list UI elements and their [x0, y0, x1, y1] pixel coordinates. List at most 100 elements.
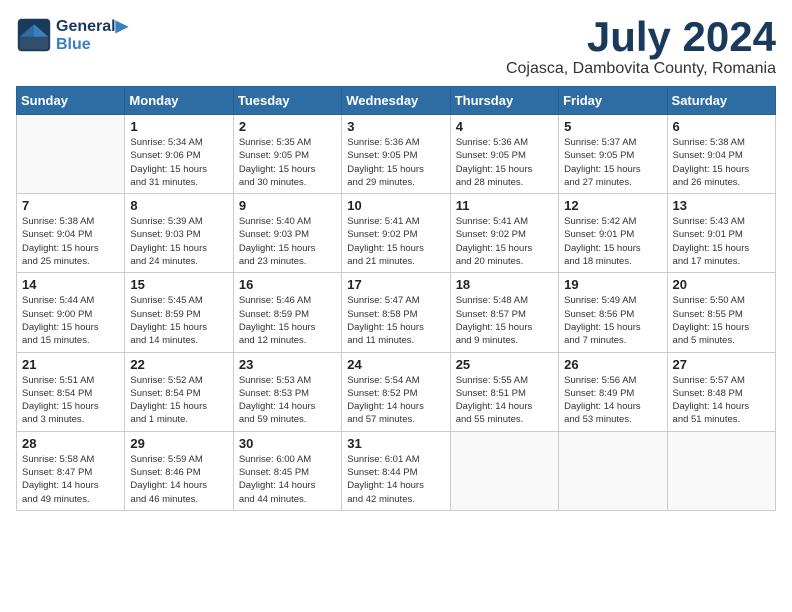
day-info: Sunrise: 5:34 AM Sunset: 9:06 PM Dayligh…	[130, 136, 227, 189]
calendar-day: 7 Sunrise: 5:38 AM Sunset: 9:04 PM Daylig…	[17, 194, 125, 273]
day-info: Sunrise: 5:41 AM Sunset: 9:02 PM Dayligh…	[456, 215, 553, 268]
logo-icon	[16, 17, 52, 53]
day-info: Sunrise: 5:48 AM Sunset: 8:57 PM Dayligh…	[456, 294, 553, 347]
day-info: Sunrise: 5:51 AM Sunset: 8:54 PM Dayligh…	[22, 374, 119, 427]
calendar-day: 10 Sunrise: 5:41 AM Sunset: 9:02 PM Dayli…	[342, 194, 450, 273]
day-info: Sunrise: 5:57 AM Sunset: 8:48 PM Dayligh…	[673, 374, 770, 427]
calendar-day: 5 Sunrise: 5:37 AM Sunset: 9:05 PM Daylig…	[559, 115, 667, 194]
calendar-day: 24Sunrise: 5:54 AM Sunset: 8:52 PM Dayli…	[342, 352, 450, 431]
calendar-week-5: 28 Sunrise: 5:58 AM Sunset: 8:47 PM Dayli…	[17, 431, 776, 510]
day-number: 10	[347, 198, 444, 213]
day-header-wednesday: Wednesday	[342, 87, 450, 115]
day-info: Sunrise: 5:36 AM Sunset: 9:05 PM Dayligh…	[456, 136, 553, 189]
day-info: Sunrise: 5:36 AM Sunset: 9:05 PM Dayligh…	[347, 136, 444, 189]
calendar-day: 28 Sunrise: 5:58 AM Sunset: 8:47 PM Dayli…	[17, 431, 125, 510]
calendar-day: 6 Sunrise: 5:38 AM Sunset: 9:04 PM Daylig…	[667, 115, 775, 194]
calendar-day: 20 Sunrise: 5:50 AM Sunset: 8:55 PM Dayli…	[667, 273, 775, 352]
day-number: 23	[239, 357, 336, 372]
day-info: Sunrise: 5:54 AM Sunset: 8:52 PM Dayligh…	[347, 374, 444, 427]
calendar-day: 1 Sunrise: 5:34 AM Sunset: 9:06 PM Daylig…	[125, 115, 233, 194]
day-info: Sunrise: 5:58 AM Sunset: 8:47 PM Dayligh…	[22, 453, 119, 506]
calendar-day: 29 Sunrise: 5:59 AM Sunset: 8:46 PM Dayli…	[125, 431, 233, 510]
day-number: 31	[347, 436, 444, 451]
day-info: Sunrise: 5:39 AM Sunset: 9:03 PM Dayligh…	[130, 215, 227, 268]
day-number: 14	[22, 277, 119, 292]
calendar-day: 26 Sunrise: 5:56 AM Sunset: 8:49 PM Dayli…	[559, 352, 667, 431]
calendar-day: 2 Sunrise: 5:35 AM Sunset: 9:05 PM Daylig…	[233, 115, 341, 194]
day-info: Sunrise: 5:55 AM Sunset: 8:51 PM Dayligh…	[456, 374, 553, 427]
day-info: Sunrise: 5:53 AM Sunset: 8:53 PM Dayligh…	[239, 374, 336, 427]
logo-text: General▶ Blue	[56, 16, 128, 54]
calendar-day	[559, 431, 667, 510]
day-info: Sunrise: 5:37 AM Sunset: 9:05 PM Dayligh…	[564, 136, 661, 189]
day-info: Sunrise: 5:49 AM Sunset: 8:56 PM Dayligh…	[564, 294, 661, 347]
calendar-day: 14 Sunrise: 5:44 AM Sunset: 9:00 PM Dayli…	[17, 273, 125, 352]
calendar-day: 18 Sunrise: 5:48 AM Sunset: 8:57 PM Dayli…	[450, 273, 558, 352]
calendar-day	[450, 431, 558, 510]
day-info: Sunrise: 5:38 AM Sunset: 9:04 PM Dayligh…	[673, 136, 770, 189]
calendar-week-3: 14 Sunrise: 5:44 AM Sunset: 9:00 PM Dayli…	[17, 273, 776, 352]
calendar-week-4: 21 Sunrise: 5:51 AM Sunset: 8:54 PM Dayli…	[17, 352, 776, 431]
day-info: Sunrise: 5:43 AM Sunset: 9:01 PM Dayligh…	[673, 215, 770, 268]
day-number: 26	[564, 357, 661, 372]
calendar-day: 31 Sunrise: 6:01 AM Sunset: 8:44 PM Dayli…	[342, 431, 450, 510]
day-number: 12	[564, 198, 661, 213]
logo: General▶ Blue	[16, 16, 128, 54]
day-info: Sunrise: 5:35 AM Sunset: 9:05 PM Dayligh…	[239, 136, 336, 189]
day-header-tuesday: Tuesday	[233, 87, 341, 115]
day-info: Sunrise: 5:41 AM Sunset: 9:02 PM Dayligh…	[347, 215, 444, 268]
day-info: Sunrise: 5:42 AM Sunset: 9:01 PM Dayligh…	[564, 215, 661, 268]
calendar-day: 19 Sunrise: 5:49 AM Sunset: 8:56 PM Dayli…	[559, 273, 667, 352]
day-number: 15	[130, 277, 227, 292]
day-number: 2	[239, 119, 336, 134]
day-number: 22	[130, 357, 227, 372]
day-number: 13	[673, 198, 770, 213]
day-number: 17	[347, 277, 444, 292]
calendar-day: 15 Sunrise: 5:45 AM Sunset: 8:59 PM Dayli…	[125, 273, 233, 352]
calendar-week-2: 7 Sunrise: 5:38 AM Sunset: 9:04 PM Daylig…	[17, 194, 776, 273]
day-number: 21	[22, 357, 119, 372]
day-info: Sunrise: 5:47 AM Sunset: 8:58 PM Dayligh…	[347, 294, 444, 347]
day-info: Sunrise: 5:52 AM Sunset: 8:54 PM Dayligh…	[130, 374, 227, 427]
day-number: 6	[673, 119, 770, 134]
day-number: 28	[22, 436, 119, 451]
location-subtitle: Cojasca, Dambovita County, Romania	[506, 60, 776, 78]
day-number: 5	[564, 119, 661, 134]
day-header-monday: Monday	[125, 87, 233, 115]
day-number: 1	[130, 119, 227, 134]
day-number: 18	[456, 277, 553, 292]
calendar-day: 9Sunrise: 5:40 AM Sunset: 9:03 PM Daylig…	[233, 194, 341, 273]
day-number: 16	[239, 277, 336, 292]
day-info: Sunrise: 5:45 AM Sunset: 8:59 PM Dayligh…	[130, 294, 227, 347]
day-info: Sunrise: 5:56 AM Sunset: 8:49 PM Dayligh…	[564, 374, 661, 427]
calendar-week-1: 1 Sunrise: 5:34 AM Sunset: 9:06 PM Daylig…	[17, 115, 776, 194]
day-number: 30	[239, 436, 336, 451]
calendar-day: 17 Sunrise: 5:47 AM Sunset: 8:58 PM Dayli…	[342, 273, 450, 352]
day-number: 8	[130, 198, 227, 213]
day-header-friday: Friday	[559, 87, 667, 115]
calendar-day: 3 Sunrise: 5:36 AM Sunset: 9:05 PM Daylig…	[342, 115, 450, 194]
calendar-day: 30 Sunrise: 6:00 AM Sunset: 8:45 PM Dayli…	[233, 431, 341, 510]
day-number: 4	[456, 119, 553, 134]
day-number: 3	[347, 119, 444, 134]
calendar-day: 22 Sunrise: 5:52 AM Sunset: 8:54 PM Dayli…	[125, 352, 233, 431]
day-info: Sunrise: 6:00 AM Sunset: 8:45 PM Dayligh…	[239, 453, 336, 506]
title-block: July 2024 Cojasca, Dambovita County, Rom…	[506, 16, 776, 78]
day-info: Sunrise: 5:38 AM Sunset: 9:04 PM Dayligh…	[22, 215, 119, 268]
day-number: 20	[673, 277, 770, 292]
day-info: Sunrise: 5:44 AM Sunset: 9:00 PM Dayligh…	[22, 294, 119, 347]
day-number: 29	[130, 436, 227, 451]
calendar-day: 4 Sunrise: 5:36 AM Sunset: 9:05 PM Daylig…	[450, 115, 558, 194]
calendar-day: 21 Sunrise: 5:51 AM Sunset: 8:54 PM Dayli…	[17, 352, 125, 431]
month-title: July 2024	[506, 16, 776, 58]
calendar-table: SundayMondayTuesdayWednesdayThursdayFrid…	[16, 86, 776, 511]
day-number: 25	[456, 357, 553, 372]
day-info: Sunrise: 5:46 AM Sunset: 8:59 PM Dayligh…	[239, 294, 336, 347]
day-info: Sunrise: 5:50 AM Sunset: 8:55 PM Dayligh…	[673, 294, 770, 347]
day-info: Sunrise: 5:59 AM Sunset: 8:46 PM Dayligh…	[130, 453, 227, 506]
day-info: Sunrise: 5:40 AM Sunset: 9:03 PM Dayligh…	[239, 215, 336, 268]
day-info: Sunrise: 6:01 AM Sunset: 8:44 PM Dayligh…	[347, 453, 444, 506]
calendar-day: 16 Sunrise: 5:46 AM Sunset: 8:59 PM Dayli…	[233, 273, 341, 352]
day-number: 19	[564, 277, 661, 292]
day-number: 7	[22, 198, 119, 213]
